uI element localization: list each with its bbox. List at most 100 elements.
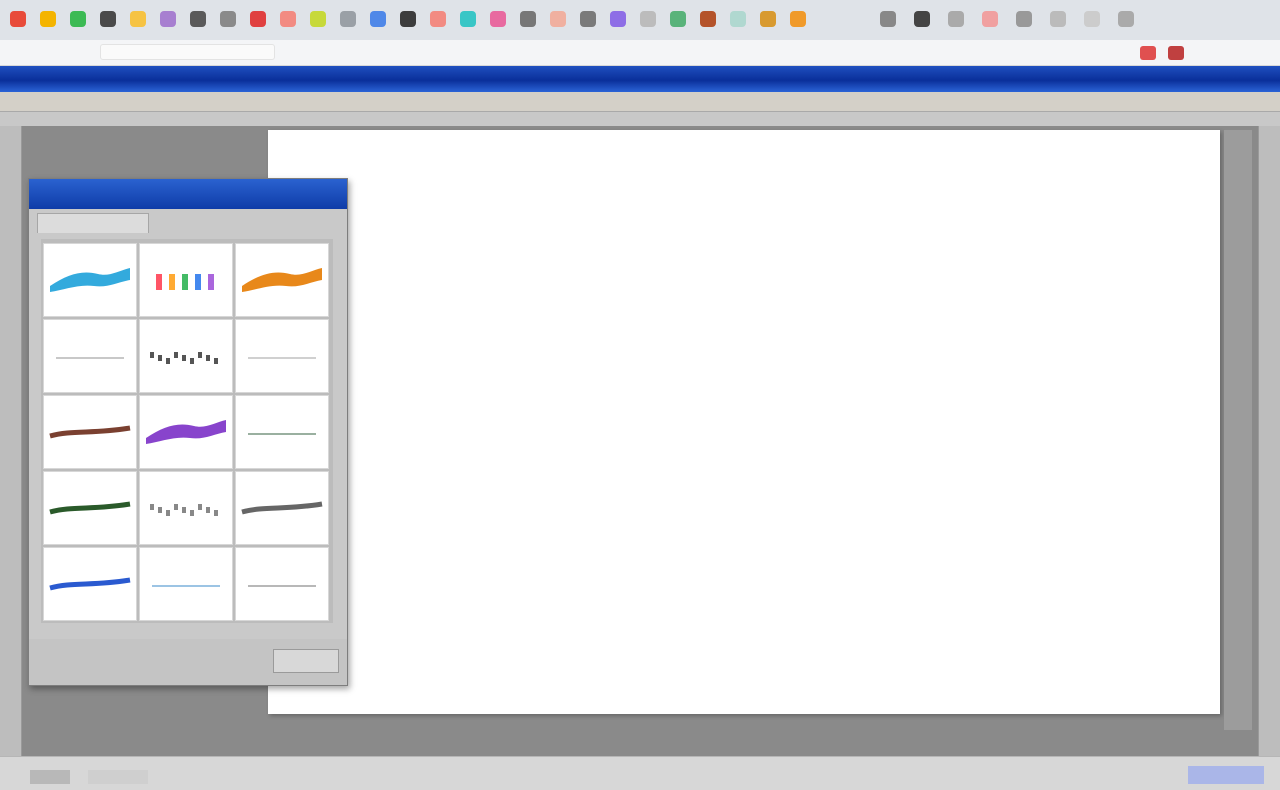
tab-favicon-icon[interactable] — [130, 11, 146, 27]
tab-favicon-icon[interactable] — [10, 11, 26, 27]
style-preview-icon — [248, 585, 316, 587]
tab-favicon-icon[interactable] — [610, 11, 626, 27]
left-tool-panel[interactable] — [0, 126, 22, 756]
tab-favicon-icon[interactable] — [460, 11, 476, 27]
right-panel[interactable] — [1258, 126, 1280, 756]
tab-favicon-icon[interactable] — [760, 11, 776, 27]
tab-favicon-icon[interactable] — [580, 11, 596, 27]
tab-favicon-icon[interactable] — [40, 11, 56, 27]
tab-favicon-icon[interactable] — [790, 11, 806, 27]
style-light-green[interactable] — [235, 395, 329, 469]
tab-favicon-icon[interactable] — [1016, 11, 1032, 27]
style-preview-mark — [182, 507, 186, 513]
tab-favicon-icon[interactable] — [310, 11, 326, 27]
document-canvas[interactable] — [268, 130, 1220, 714]
style-preview-icon — [152, 585, 220, 587]
tab-favicon-icon[interactable] — [1050, 11, 1066, 27]
tab-favicon-icon[interactable] — [914, 11, 930, 27]
status-field-middle — [88, 770, 148, 784]
tab-favicon-icon[interactable] — [520, 11, 536, 27]
style-preview-band — [146, 420, 226, 444]
style-preview-mark — [206, 355, 210, 361]
style-grid — [41, 239, 333, 623]
toolbar-extension-icon[interactable] — [1140, 46, 1156, 60]
tab-favicon-icon[interactable] — [250, 11, 266, 27]
style-royal-blue[interactable] — [43, 547, 137, 621]
address-bar[interactable] — [100, 44, 275, 60]
style-gallery-dialog — [28, 178, 348, 686]
tab-favicon-icon[interactable] — [640, 11, 656, 27]
style-preview-mark — [206, 507, 210, 513]
tab-favicon-icon[interactable] — [490, 11, 506, 27]
style-preview-icon — [150, 352, 218, 364]
style-preview-mark — [150, 352, 154, 358]
style-silver[interactable] — [235, 547, 329, 621]
style-preview-band — [50, 268, 130, 292]
dialog-tab[interactable] — [37, 213, 149, 233]
style-rainbow[interactable] — [139, 243, 233, 317]
style-preview-icon — [242, 268, 322, 292]
style-preview-mark — [190, 358, 194, 364]
dialog-title-bar[interactable] — [29, 179, 347, 209]
tab-favicon-icon[interactable] — [982, 11, 998, 27]
style-preview-bar — [195, 274, 201, 290]
style-gray-sketch[interactable] — [139, 471, 233, 545]
tab-favicon-icon[interactable] — [220, 11, 236, 27]
style-preview-icon — [49, 501, 131, 515]
style-preview-mark — [214, 510, 218, 516]
vertical-scrollbar[interactable] — [1224, 130, 1252, 730]
style-preview-mark — [198, 352, 202, 358]
tab-favicon-icon[interactable] — [370, 11, 386, 27]
style-preview-mark — [166, 358, 170, 364]
tab-favicon-icon[interactable] — [730, 11, 746, 27]
tab-favicon-icon[interactable] — [700, 11, 716, 27]
style-preview-icon — [50, 268, 130, 292]
style-preview-icon — [49, 425, 131, 439]
style-preview-bar — [156, 274, 162, 290]
tab-favicon-icon[interactable] — [1084, 11, 1100, 27]
tab-favicon-icon[interactable] — [160, 11, 176, 27]
style-preview-stroke — [241, 501, 323, 515]
style-preview-icon — [56, 357, 124, 359]
style-brown[interactable] — [43, 395, 137, 469]
style-light-blue[interactable] — [139, 547, 233, 621]
tab-favicon-icon[interactable] — [948, 11, 964, 27]
tab-favicon-icon[interactable] — [100, 11, 116, 27]
toolbar-strip — [0, 112, 1280, 126]
style-orange-flame[interactable] — [235, 243, 329, 317]
app-title-bar — [0, 66, 1280, 92]
style-preview-icon — [146, 420, 226, 444]
style-light-gray[interactable] — [43, 319, 137, 393]
tab-favicon-icon[interactable] — [670, 11, 686, 27]
dialog-button[interactable] — [273, 649, 339, 673]
style-preview-mark — [174, 352, 178, 358]
style-preview-bar — [208, 274, 214, 290]
style-purple[interactable] — [139, 395, 233, 469]
style-preview-icon — [248, 357, 316, 359]
tab-favicon-icon[interactable] — [430, 11, 446, 27]
style-preview-mark — [158, 507, 162, 513]
toolbar-extension-icon[interactable] — [1168, 46, 1184, 60]
style-preview-mark — [190, 510, 194, 516]
tab-favicon-icon[interactable] — [880, 11, 896, 27]
status-indicator[interactable] — [1188, 766, 1264, 784]
style-blue-gradient[interactable] — [43, 243, 137, 317]
tab-favicon-icon[interactable] — [1118, 11, 1134, 27]
style-preview-mark — [158, 355, 162, 361]
style-preview-stroke — [49, 501, 131, 515]
style-pale-gray[interactable] — [235, 319, 329, 393]
style-dark-outline[interactable] — [139, 319, 233, 393]
style-gray-shadow[interactable] — [235, 471, 329, 545]
tab-favicon-icon[interactable] — [340, 11, 356, 27]
style-preview-bar — [182, 274, 188, 290]
tab-favicon-icon[interactable] — [280, 11, 296, 27]
tab-favicon-icon[interactable] — [550, 11, 566, 27]
style-preview-mark — [198, 504, 202, 510]
style-preview-icon — [156, 274, 214, 290]
status-bar — [0, 756, 1280, 790]
tab-favicon-icon[interactable] — [190, 11, 206, 27]
style-dark-green[interactable] — [43, 471, 137, 545]
menu-bar[interactable] — [0, 92, 1280, 112]
tab-favicon-icon[interactable] — [70, 11, 86, 27]
tab-favicon-icon[interactable] — [400, 11, 416, 27]
